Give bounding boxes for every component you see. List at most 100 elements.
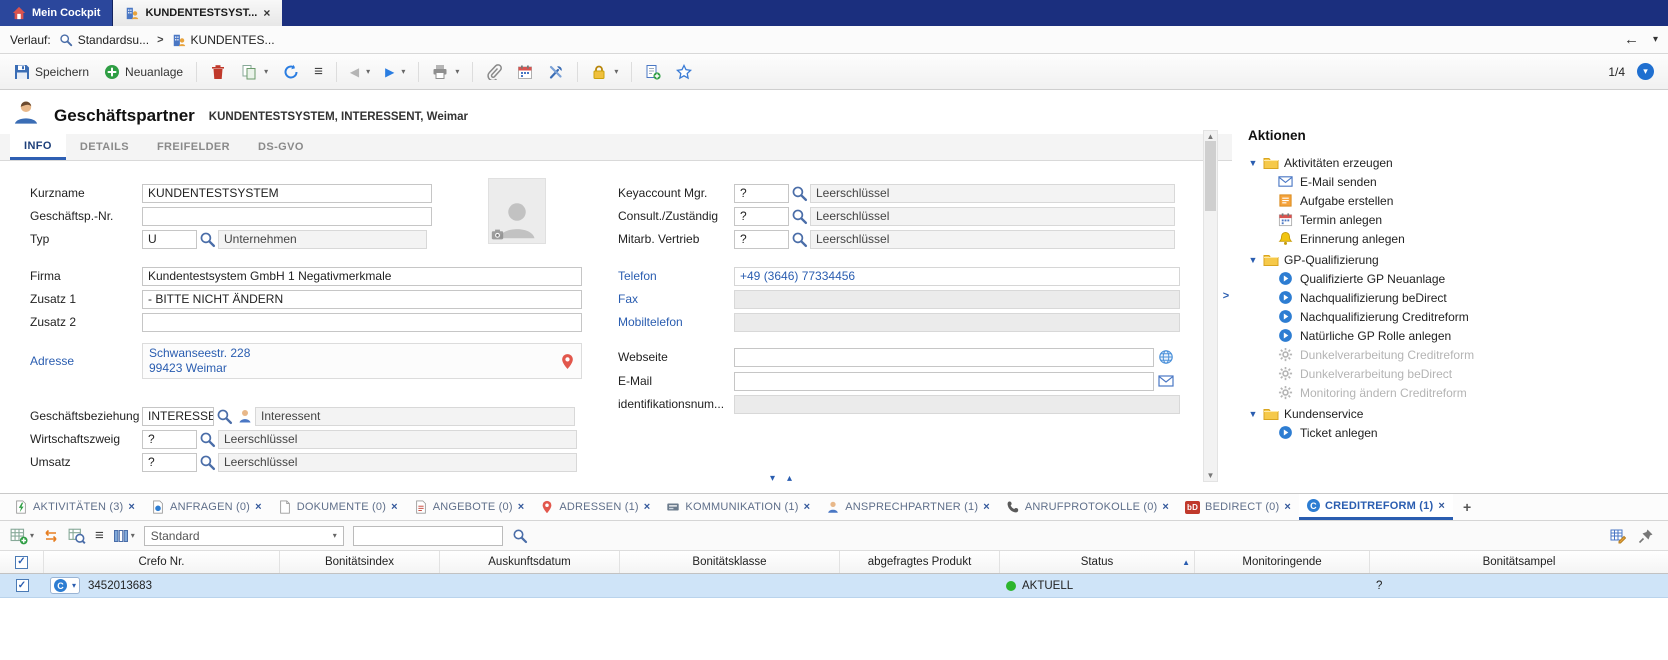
lookup-icon[interactable]	[791, 185, 808, 202]
vertrieb-code-field[interactable]: ?	[734, 230, 789, 249]
back-arrow-icon[interactable]: ←	[1624, 31, 1639, 48]
attachment-button[interactable]	[480, 59, 508, 85]
close-icon[interactable]: ×	[804, 501, 811, 513]
tools-button[interactable]	[542, 59, 570, 85]
bottom-tab-ansprechpartner[interactable]: ANSPRECHPARTNER (1) ×	[818, 494, 998, 520]
kurzname-field[interactable]: KUNDENTESTSYSTEM	[142, 184, 432, 203]
grid-transfer-button[interactable]	[43, 528, 59, 544]
chevron-down-icon[interactable]: ▼	[1248, 158, 1258, 168]
map-icon[interactable]	[559, 353, 576, 370]
chevron-down-icon[interactable]: ▼	[1248, 255, 1258, 265]
lookup-icon[interactable]	[216, 408, 233, 425]
adresse-field[interactable]: Schwanseestr. 228 99423 Weimar	[142, 343, 582, 379]
email-icon[interactable]	[1158, 373, 1174, 389]
refresh-button[interactable]	[277, 59, 305, 85]
zusatz1-field[interactable]: - BITTE NICHT ÄNDERN	[142, 290, 582, 309]
geschaeftsbeziehung-code-field[interactable]: INTERESSE	[142, 407, 214, 426]
form-scrollbar[interactable]: ▲ ▼	[1203, 130, 1218, 482]
bottom-tab-creditreform[interactable]: C CREDITREFORM (1) ×	[1299, 494, 1453, 520]
adresse-street[interactable]: Schwanseestr. 228	[149, 346, 555, 361]
geschaeftsp-nr-field[interactable]	[142, 207, 432, 226]
action-aufgabe-erstellen[interactable]: Aufgabe erstellen	[1278, 191, 1660, 210]
save-button[interactable]: Speichern	[8, 59, 95, 85]
consult-code-field[interactable]: ?	[734, 207, 789, 226]
close-icon[interactable]: ×	[518, 501, 525, 513]
edit-grid-icon[interactable]	[1610, 528, 1626, 544]
more-actions-icon[interactable]: ▾	[1637, 63, 1654, 80]
bottom-tab-adressen[interactable]: ADRESSEN (1) ×	[532, 494, 658, 520]
lookup-icon[interactable]	[199, 231, 216, 248]
column-header-status[interactable]: Status▲	[1000, 551, 1195, 573]
action-termin-anlegen[interactable]: Termin anlegen	[1278, 210, 1660, 229]
typ-code-field[interactable]: U	[142, 230, 197, 249]
close-icon[interactable]: ×	[391, 501, 398, 513]
action-ticket-anlegen[interactable]: Ticket anlegen	[1278, 423, 1660, 442]
scroll-down-icon[interactable]: ▼	[1207, 471, 1215, 480]
camera-icon[interactable]	[491, 228, 504, 241]
lock-button[interactable]: ▾	[585, 59, 624, 85]
action-qualifizierte-gp-neuanlage[interactable]: Qualifizierte GP Neuanlage	[1278, 269, 1660, 288]
tab-details[interactable]: DETAILS	[66, 134, 143, 160]
column-header-bonitaetsindex[interactable]: Bonitätsindex	[280, 551, 440, 573]
globe-icon[interactable]	[1158, 349, 1174, 365]
telefon-link-label[interactable]: Telefon	[618, 269, 734, 283]
tab-freifelder[interactable]: FREIFELDER	[143, 134, 244, 160]
lookup-icon[interactable]	[791, 208, 808, 225]
column-header-monitoringende[interactable]: Monitoringende	[1195, 551, 1370, 573]
lookup-icon[interactable]	[199, 454, 216, 471]
panel-expand-handle[interactable]: >	[1220, 282, 1232, 310]
window-tab-record[interactable]: KUNDENTESTSYST... ×	[113, 0, 282, 26]
tab-ds-gvo[interactable]: DS-GVO	[244, 134, 318, 160]
action-group-aktivitaeten[interactable]: ▼ Aktivitäten erzeugen	[1248, 153, 1660, 172]
view-selector[interactable]: Standard ▾	[144, 526, 344, 546]
calendar-button[interactable]	[511, 59, 539, 85]
delete-button[interactable]	[204, 59, 232, 85]
grid-list-view-button[interactable]: ≡	[95, 527, 104, 544]
window-tab-cockpit[interactable]: Mein Cockpit	[0, 0, 113, 26]
action-email-senden[interactable]: E-Mail senden	[1278, 172, 1660, 191]
bottom-tab-aktivitaeten[interactable]: AKTIVITÄTEN (3) ×	[6, 494, 143, 520]
add-tab-button[interactable]: +	[1453, 494, 1481, 520]
collapse-up-icon[interactable]: ▴	[787, 473, 792, 484]
add-link-button[interactable]	[639, 59, 667, 85]
print-button[interactable]: ▾	[426, 59, 465, 85]
close-icon[interactable]: ×	[644, 501, 651, 513]
action-nachqualifizierung-creditreform[interactable]: Nachqualifizierung Creditreform	[1278, 307, 1660, 326]
pin-icon[interactable]	[1638, 528, 1654, 544]
column-header-auskunftsdatum[interactable]: Auskunftsdatum	[440, 551, 620, 573]
grid-search-input[interactable]	[353, 526, 503, 546]
webseite-field[interactable]	[734, 348, 1154, 367]
wirtschaftszweig-code-field[interactable]: ?	[142, 430, 197, 449]
chevron-down-icon[interactable]: ▾	[1653, 34, 1658, 45]
action-erinnerung-anlegen[interactable]: Erinnerung anlegen	[1278, 229, 1660, 248]
copy-button[interactable]: ▾	[235, 59, 274, 85]
close-icon[interactable]: ×	[263, 6, 270, 20]
bottom-tab-kommunikation[interactable]: KOMMUNIKATION (1) ×	[658, 494, 818, 520]
grid-new-record-button[interactable]: ▾	[10, 527, 34, 545]
favorite-button[interactable]	[670, 59, 698, 85]
close-icon[interactable]: ×	[1438, 500, 1445, 512]
navigate-forward-button[interactable]: ▶▾	[379, 59, 411, 85]
adresse-city[interactable]: 99423 Weimar	[149, 361, 555, 376]
fax-link-label[interactable]: Fax	[618, 292, 734, 306]
contact-photo-placeholder[interactable]	[488, 178, 546, 244]
lookup-icon[interactable]	[199, 431, 216, 448]
chevron-down-icon[interactable]: ▼	[1248, 409, 1258, 419]
telefon-field[interactable]: +49 (3646) 77334456	[734, 267, 1180, 286]
bottom-tab-dokumente[interactable]: DOKUMENTE (0) ×	[270, 494, 406, 520]
bottom-tab-bedirect[interactable]: bD BEDIRECT (0) ×	[1177, 494, 1299, 520]
scroll-up-icon[interactable]: ▲	[1207, 132, 1215, 141]
column-header-bonitaetsklasse[interactable]: Bonitätsklasse	[620, 551, 840, 573]
umsatz-code-field[interactable]: ?	[142, 453, 197, 472]
row-checkbox[interactable]: ✓	[16, 579, 29, 592]
creditreform-record-button[interactable]: C ▾	[50, 577, 80, 594]
new-record-button[interactable]: Neuanlage	[98, 59, 189, 85]
lookup-icon[interactable]	[791, 231, 808, 248]
sort-ascending-icon[interactable]: ▲	[1182, 558, 1190, 567]
select-all-checkbox[interactable]: ✓	[15, 556, 28, 569]
bottom-tab-anfragen[interactable]: ANFRAGEN (0) ×	[143, 494, 270, 520]
column-header-bonitaetsampel[interactable]: Bonitätsampel	[1370, 551, 1668, 573]
grid-search-button[interactable]	[68, 527, 86, 545]
zusatz2-field[interactable]	[142, 313, 582, 332]
table-row[interactable]: ✓ C ▾ 3452013683 AKTUELL ?	[0, 574, 1668, 598]
